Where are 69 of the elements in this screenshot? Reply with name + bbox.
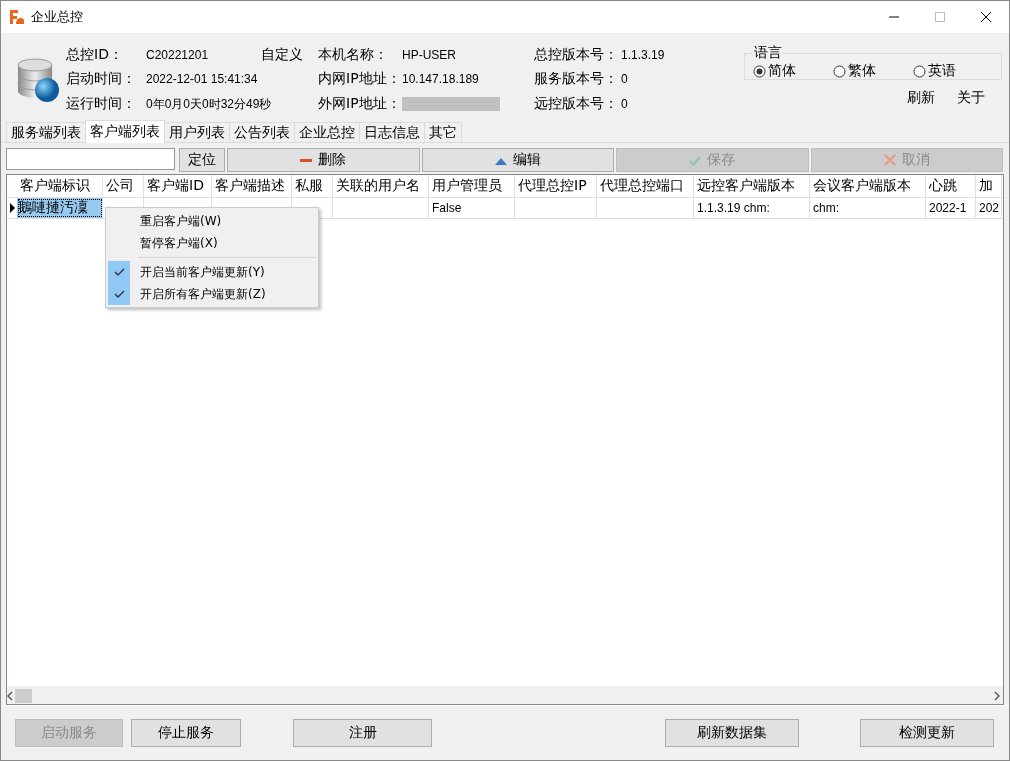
- table-cell: 鵝嗹摙汚凜: [17, 198, 103, 219]
- header-link[interactable]: 刷新: [907, 89, 935, 107]
- menu-item[interactable]: 重启客户端(W): [108, 210, 318, 233]
- field-value: 2022-12-01 15:41:34: [146, 71, 258, 87]
- column-header[interactable]: 关联的用户名: [333, 175, 429, 198]
- field-label: 本机名称：: [318, 45, 388, 64]
- field-label: 启动时间：: [66, 70, 136, 88]
- maximize-icon: [935, 12, 945, 22]
- menu-item[interactable]: 暂停客户端(X): [108, 232, 318, 255]
- close-icon: [981, 12, 991, 22]
- field-label: 外网IP地址：: [318, 95, 401, 113]
- search-field[interactable]: [6, 148, 175, 171]
- scroll-left-icon: [7, 690, 13, 701]
- column-header[interactable]: 会议客户端版本: [810, 175, 926, 198]
- menu-item[interactable]: 开启当前客户端更新(Y): [108, 261, 318, 284]
- field-value: 0年0月0天0时32分49秒: [146, 96, 272, 112]
- footer-button[interactable]: 检测更新: [860, 719, 994, 748]
- tab[interactable]: 服务端列表: [6, 122, 86, 143]
- field-label: 内网IP地址：: [318, 70, 401, 88]
- scroll-right-icon: [994, 690, 1000, 701]
- column-header[interactable]: 客户端标识: [17, 175, 103, 198]
- database-globe-icon: [15, 56, 60, 103]
- header-link[interactable]: 关于: [957, 89, 985, 107]
- field-value: 0: [621, 96, 628, 112]
- column-header[interactable]: 私服: [292, 175, 333, 198]
- horizontal-scrollbar[interactable]: [7, 686, 1003, 705]
- app-logo-icon: [9, 9, 25, 25]
- toolbar-button[interactable]: 删除: [227, 148, 420, 173]
- field-label: 运行时间：: [66, 95, 136, 113]
- field-label: 远控版本号：: [534, 95, 618, 113]
- table-cell: 1.1.3.19 chm:: [694, 198, 810, 219]
- field-value: 0: [621, 71, 628, 87]
- column-header[interactable]: 心跳: [926, 175, 976, 198]
- toolbar-button[interactable]: 编辑: [421, 148, 614, 173]
- table-cell: chm:: [810, 198, 926, 219]
- cross-icon: [883, 154, 896, 167]
- column-header[interactable]: 用户管理员: [429, 175, 515, 198]
- column-header[interactable]: 加: [976, 175, 1002, 198]
- field-label: 总控版本号：: [534, 45, 618, 64]
- check-icon: [689, 154, 702, 166]
- field-value: 10.147.18.189: [402, 71, 479, 87]
- window-title: 企业总控: [31, 8, 84, 26]
- radio-option[interactable]: 繁体: [833, 62, 913, 80]
- field-value: C20221201: [146, 46, 209, 63]
- toolbar-button[interactable]: 定位: [179, 148, 225, 173]
- footer-button[interactable]: 刷新数据集: [665, 719, 799, 748]
- field-label: 总控ID：: [66, 45, 123, 64]
- field-value: HP-USER: [402, 46, 456, 63]
- column-header[interactable]: 代理总控端口: [597, 175, 694, 198]
- table-cell: 202: [976, 198, 1002, 219]
- footer-button[interactable]: 停止服务: [131, 719, 241, 748]
- table-cell: False: [429, 198, 515, 219]
- footer-button[interactable]: 注册: [293, 719, 432, 748]
- tab[interactable]: 其它: [424, 122, 462, 143]
- radio-option[interactable]: 简体: [753, 62, 833, 80]
- field-label: 服务版本号：: [534, 70, 618, 88]
- column-header[interactable]: 客户端描述: [212, 175, 292, 198]
- menu-item[interactable]: 开启所有客户端更新(Z): [108, 283, 318, 306]
- tab[interactable]: 客户端列表: [85, 120, 165, 144]
- table-cell: 2022-1: [926, 198, 976, 219]
- custom-button[interactable]: 自定义: [261, 45, 318, 64]
- field-value: 1.1.3.19: [621, 46, 665, 63]
- column-header[interactable]: 公司: [103, 175, 144, 198]
- column-header[interactable]: 客户端ID: [144, 175, 212, 198]
- group-title: 语言: [753, 44, 783, 62]
- column-header[interactable]: 远控客户端版本: [694, 175, 810, 198]
- scrollbar-thumb[interactable]: [15, 688, 32, 703]
- radio-option[interactable]: 英语: [913, 62, 993, 80]
- column-header[interactable]: 代理总控IP: [515, 175, 597, 198]
